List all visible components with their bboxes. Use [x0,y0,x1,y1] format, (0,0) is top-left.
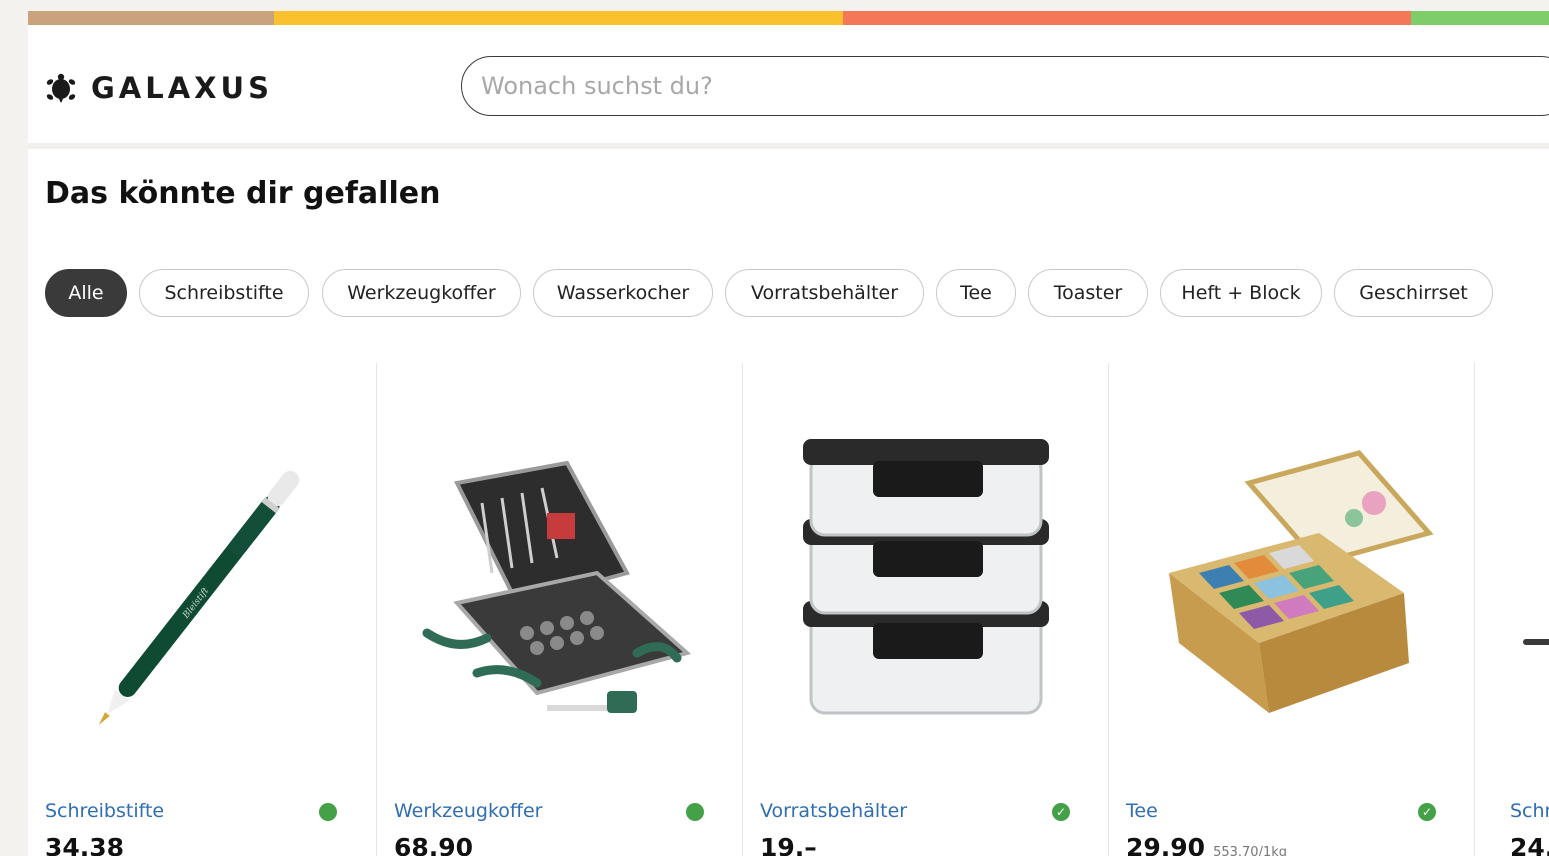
toolbox-image[interactable] [397,423,723,743]
chip-schreibstifte[interactable]: Schreibstifte [139,269,309,317]
product-price: 24. [1510,833,1549,856]
check-icon: ✓ [1052,803,1070,821]
stock-indicator-dot [319,803,337,821]
chip-werkzeugkoffer[interactable]: Werkzeugkoffer [322,269,521,317]
product-card[interactable]: Werkzeugkoffer 68.90 [376,363,742,856]
search-input[interactable] [461,56,1549,116]
product-card[interactable]: Schr 24. [1474,363,1549,856]
chip-geschirrset[interactable]: Geschirrset [1334,269,1493,317]
product-card[interactable]: Tee ✓ 29.90 553.70/1kg [1108,363,1474,856]
food-containers-image[interactable] [763,423,1089,743]
unit-price: 553.70/1kg [1213,845,1287,856]
product-category[interactable]: Werkzeugkoffer [394,800,542,822]
bar-segment-4 [1411,11,1549,25]
product-price: 29.90 553.70/1kg [1126,833,1287,856]
chip-heft-block[interactable]: Heft + Block [1160,269,1322,317]
section-title: Das könnte dir gefallen [45,176,441,211]
logo-link[interactable]: GALAXUS [45,71,273,105]
bar-segment-3 [843,11,1411,25]
pen-image[interactable]: Bleistift [48,423,374,743]
turtle-icon [46,73,76,103]
chip-tee[interactable]: Tee [936,269,1016,317]
product-price: 68.90 [394,833,474,856]
product-card[interactable]: Bleistift Schreibstifte 34.38 [28,363,394,856]
stock-indicator-dot [686,803,704,821]
product-category[interactable]: Schreibstifte [45,800,164,822]
check-icon: ✓ [1418,803,1436,821]
bar-segment-1 [28,11,274,25]
pen-image[interactable] [1475,423,1549,743]
page: GALAXUS Das könnte dir gefallen Alle Sch… [28,11,1549,856]
product-carousel: Bleistift Schreibstifte 34.38 Werkzeugko… [28,363,1549,856]
product-category[interactable]: Tee [1126,800,1158,822]
brand-color-bar [28,11,1549,25]
product-category[interactable]: Schr [1510,800,1549,822]
header: GALAXUS [28,25,1549,149]
chip-wasserkocher[interactable]: Wasserkocher [533,269,713,317]
product-price: 19.– [760,833,817,856]
chip-toaster[interactable]: Toaster [1028,269,1148,317]
product-price: 34.38 [45,833,125,856]
logo-text: GALAXUS [91,71,273,105]
product-card[interactable]: Vorratsbehälter ✓ 19.– [742,363,1108,856]
product-category[interactable]: Vorratsbehälter [760,800,907,822]
bar-segment-2 [274,11,843,25]
tea-box-image[interactable] [1129,423,1455,743]
chip-alle[interactable]: Alle [45,269,127,317]
chip-vorratsbehaelter[interactable]: Vorratsbehälter [725,269,924,317]
